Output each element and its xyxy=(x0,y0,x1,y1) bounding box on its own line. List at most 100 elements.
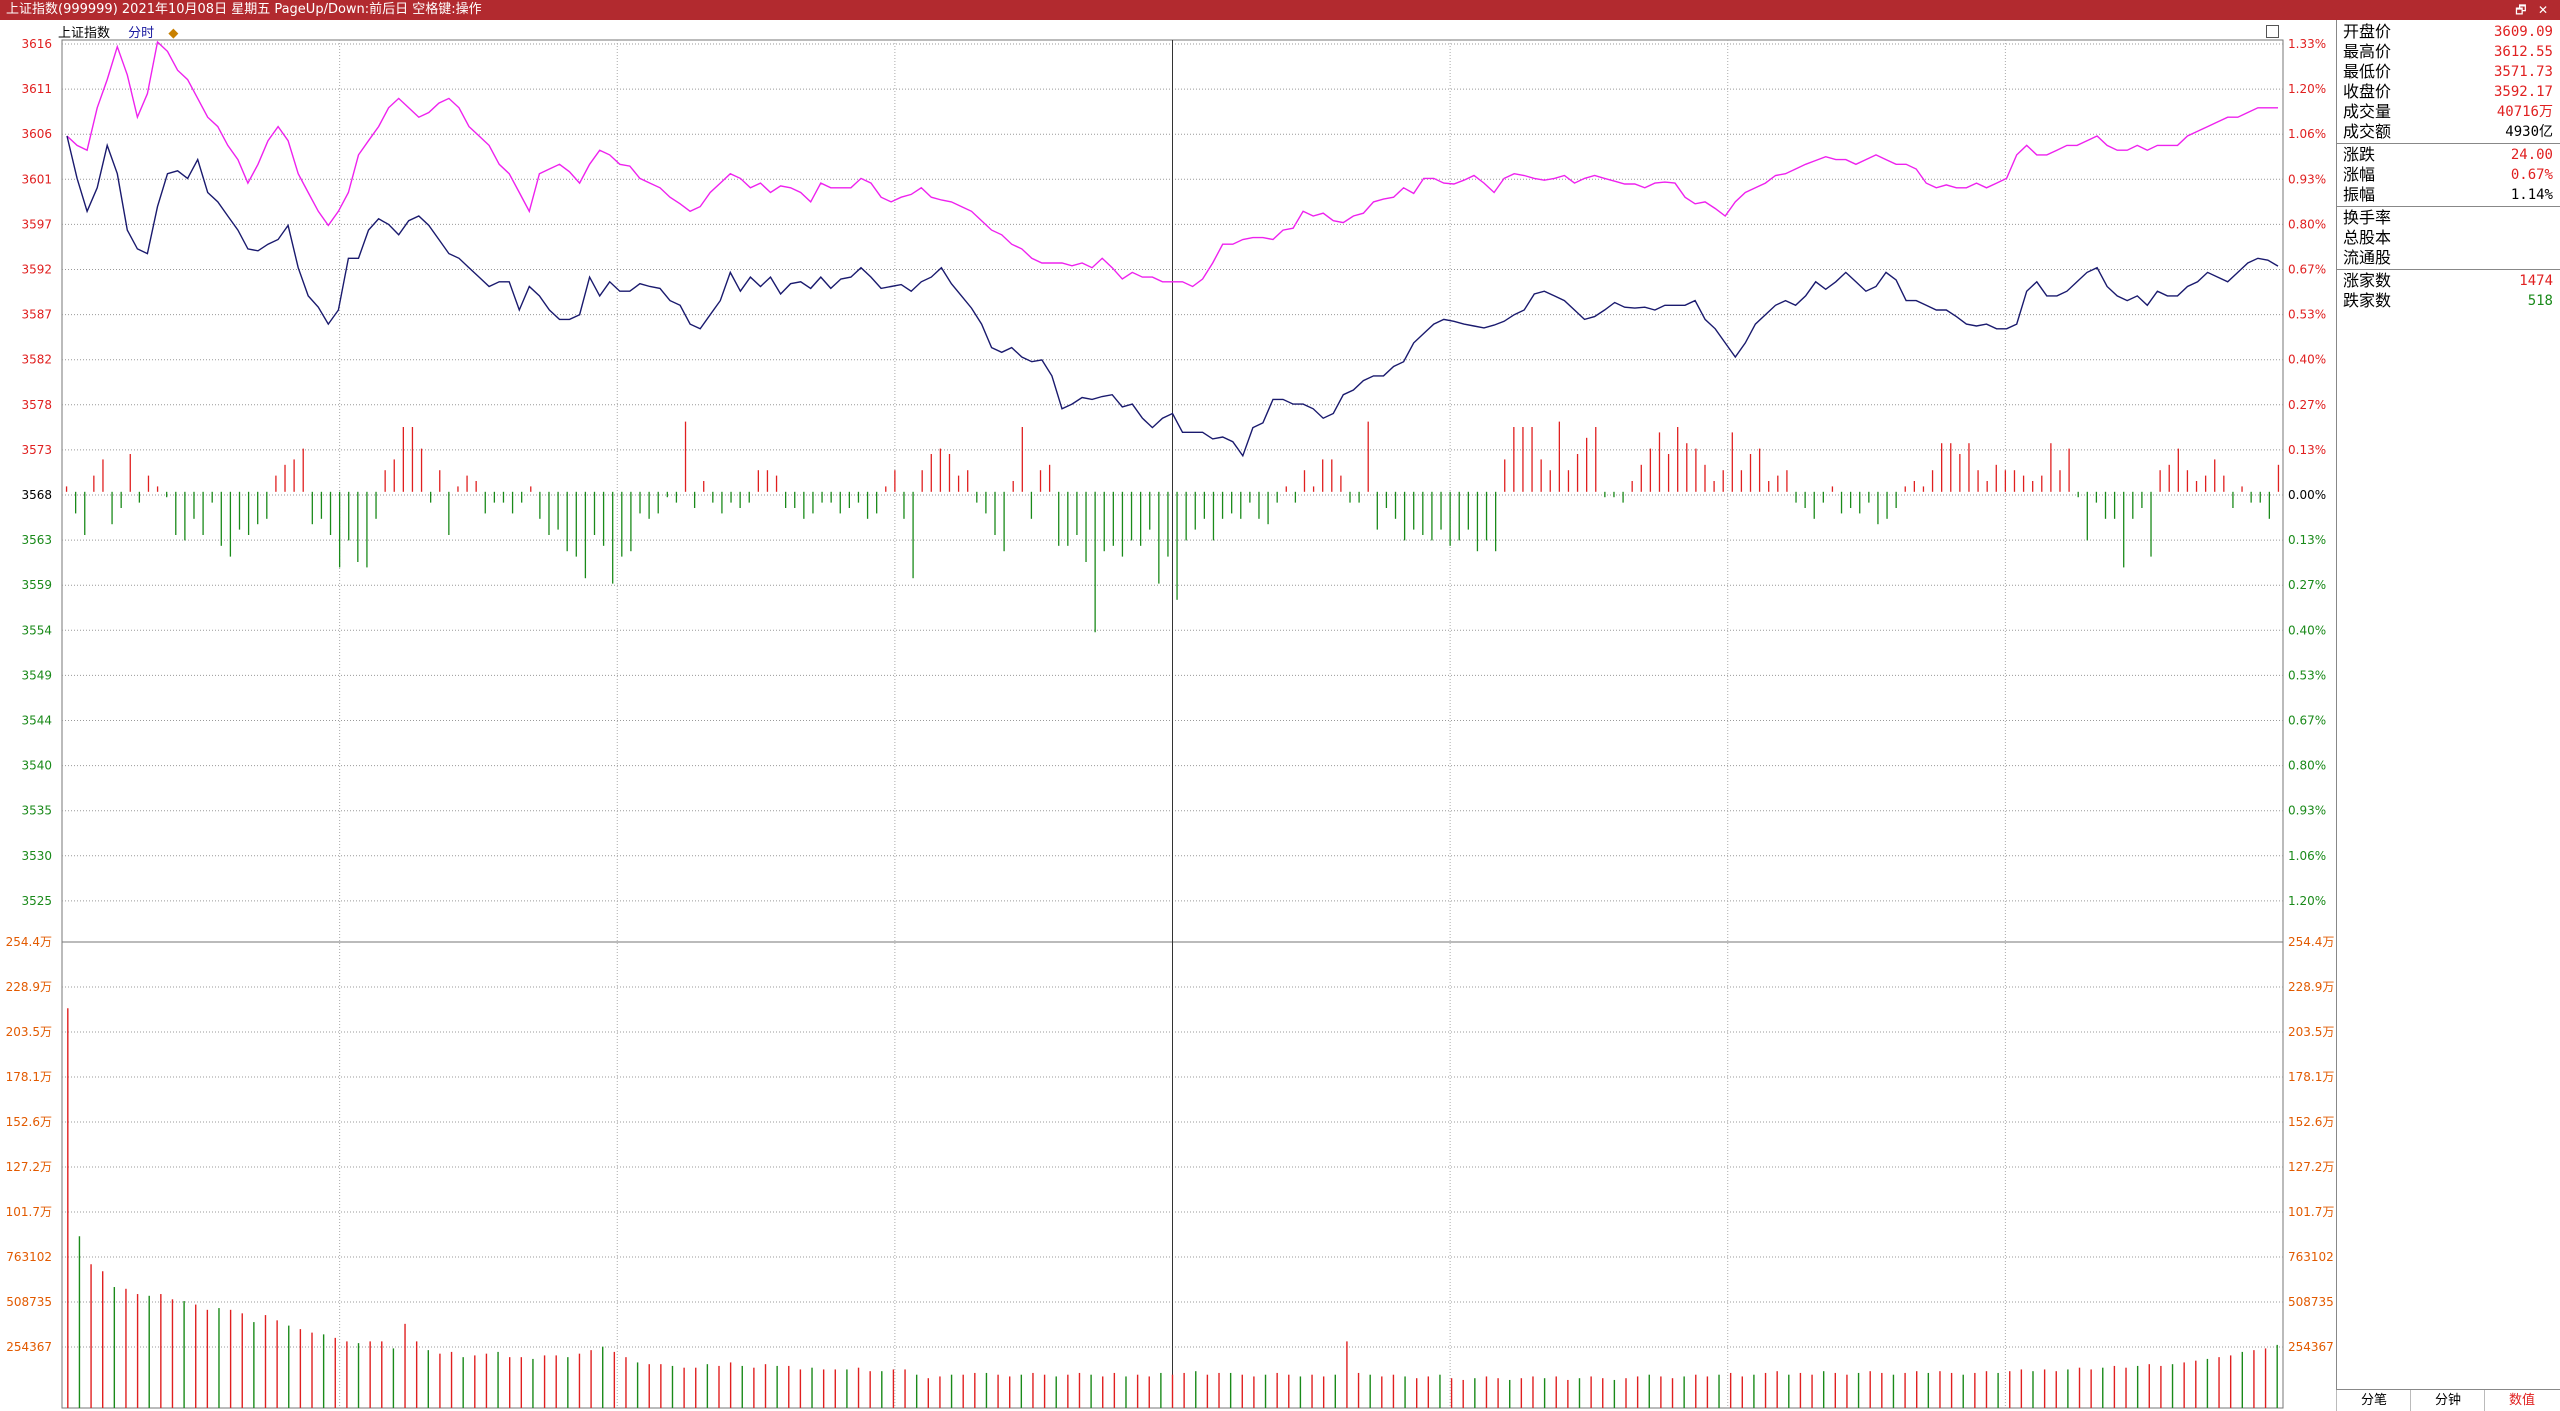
pct-tick-label: 0.27% xyxy=(2288,398,2326,412)
panel-row: 跌家数 518 xyxy=(2343,291,2553,311)
panel-row: 换手率 xyxy=(2343,208,2553,228)
panel-label: 流通股 xyxy=(2343,248,2392,267)
volume-tick-label: 152.6万 xyxy=(6,1115,52,1129)
panel-row: 涨幅 0.67% xyxy=(2343,165,2553,185)
pct-tick-label: 0.53% xyxy=(2288,668,2326,682)
panel-row: 开盘价 3609.09 xyxy=(2343,22,2553,42)
volume-tick-label: 178.1万 xyxy=(6,1070,52,1084)
volume-tick-label-right: 254.4万 xyxy=(2288,935,2334,949)
price-tick-label: 3606 xyxy=(21,127,52,141)
pct-tick-label: 1.06% xyxy=(2288,849,2326,863)
price-tick-label: 3611 xyxy=(21,82,52,96)
pct-tick-label: 0.13% xyxy=(2288,533,2326,547)
price-tick-label: 3554 xyxy=(21,623,52,637)
panel-value: 4930亿 xyxy=(2505,124,2553,140)
volume-tick-label: 763102 xyxy=(6,1250,52,1264)
panel-row: 总股本 xyxy=(2343,228,2553,248)
volume-tick-label-right: 254367 xyxy=(2288,1340,2334,1354)
maximize-icon[interactable] xyxy=(2266,25,2279,38)
panel-value: 3609.09 xyxy=(2493,24,2553,40)
pct-tick-label: 0.27% xyxy=(2288,578,2326,592)
volume-tick-label-right: 178.1万 xyxy=(2288,1070,2334,1084)
panel-divider xyxy=(2337,269,2560,270)
pct-tick-label: 0.93% xyxy=(2288,172,2326,186)
panel-value: 40716万 xyxy=(2496,104,2553,120)
price-tick-label: 3592 xyxy=(21,263,52,277)
price-tick-label: 3582 xyxy=(21,353,52,367)
pct-tick-label: 0.67% xyxy=(2288,714,2326,728)
volume-tick-label: 101.7万 xyxy=(6,1205,52,1219)
pct-tick-label: 0.40% xyxy=(2288,623,2326,637)
pct-tick-label: 0.13% xyxy=(2288,443,2326,457)
price-tick-label: 3578 xyxy=(21,398,52,412)
panel-label: 最高价 xyxy=(2343,42,2392,61)
panel-value: 3571.73 xyxy=(2493,64,2553,80)
price-tick-label: 3616 xyxy=(21,37,52,51)
pct-tick-label: 0.40% xyxy=(2288,353,2326,367)
panel-label: 换手率 xyxy=(2343,208,2392,227)
panel-row: 涨家数 1474 xyxy=(2343,271,2553,291)
panel-row: 涨跌 24.00 xyxy=(2343,145,2553,165)
price-tick-label: 3568 xyxy=(21,488,52,502)
pct-tick-label: 0.53% xyxy=(2288,308,2326,322)
panel-row: 收盘价 3592.17 xyxy=(2343,82,2553,102)
panel-row: 最高价 3612.55 xyxy=(2343,42,2553,62)
mode-tab-timeshare[interactable]: 分时 xyxy=(128,26,154,41)
panel-row: 成交量 40716万 xyxy=(2343,102,2553,122)
panel-tab[interactable]: 数值 xyxy=(2484,1390,2559,1411)
pct-tick-label: 1.20% xyxy=(2288,894,2326,908)
volume-tick-label: 254367 xyxy=(6,1340,52,1354)
panel-divider xyxy=(2337,143,2560,144)
panel-row: 最低价 3571.73 xyxy=(2343,62,2553,82)
pct-tick-label: 1.33% xyxy=(2288,37,2326,51)
volume-tick-label-right: 152.6万 xyxy=(2288,1115,2334,1129)
panel-label: 涨幅 xyxy=(2343,165,2376,184)
volume-tick-label-right: 101.7万 xyxy=(2288,1205,2334,1219)
price-tick-label: 3601 xyxy=(21,172,52,186)
panel-label: 跌家数 xyxy=(2343,291,2392,310)
pct-tick-label: 0.93% xyxy=(2288,804,2326,818)
price-tick-label: 3530 xyxy=(21,849,52,863)
panel-label: 涨家数 xyxy=(2343,271,2392,290)
pct-tick-label: 0.80% xyxy=(2288,217,2326,231)
panel-row: 流通股 xyxy=(2343,248,2553,268)
pct-tick-label: 0.80% xyxy=(2288,759,2326,773)
volume-tick-label: 254.4万 xyxy=(6,935,52,949)
panel-value: 0.67% xyxy=(2510,167,2553,183)
price-tick-label: 3549 xyxy=(21,668,52,682)
intraday-chart[interactable]: 3616 1.33% 3611 1.20% 3606 1.06% 3601 0.93% 3597… xyxy=(0,20,2336,1410)
panel-row: 振幅 1.14% xyxy=(2343,185,2553,205)
panel-value: 1474 xyxy=(2519,273,2553,289)
pct-tick-label: 0.67% xyxy=(2288,263,2326,277)
panel-label: 成交量 xyxy=(2343,102,2392,121)
panel-value: 1.14% xyxy=(2510,187,2553,203)
panel-label: 开盘价 xyxy=(2343,22,2392,41)
pct-tick-label: 1.06% xyxy=(2288,127,2326,141)
panel-label: 涨跌 xyxy=(2343,145,2376,164)
panel-tabs: 分笔 分钟 数值 xyxy=(2336,1389,2560,1411)
volume-tick-label: 508735 xyxy=(6,1295,52,1309)
price-tick-label: 3597 xyxy=(21,217,52,231)
quote-panel: 开盘价 3609.09 最高价 3612.55 最低价 3571.73 收盘价 3592.17… xyxy=(2336,20,2560,1410)
volume-tick-label: 228.9万 xyxy=(6,980,52,994)
price-tick-label: 3573 xyxy=(21,443,52,457)
diamond-icon[interactable]: ◆ xyxy=(168,26,178,41)
close-icon[interactable]: ✕ xyxy=(2534,0,2552,20)
restore-icon[interactable]: 🗗 xyxy=(2512,0,2530,20)
panel-value: 518 xyxy=(2527,293,2553,309)
panel-value: 24.00 xyxy=(2510,147,2553,163)
volume-tick-label: 203.5万 xyxy=(6,1025,52,1039)
window-title: 上证指数(999999) 2021年10月08日 星期五 PageUp/Down… xyxy=(6,2,482,17)
price-tick-label: 3525 xyxy=(21,894,52,908)
price-tick-label: 3559 xyxy=(21,578,52,592)
price-tick-label: 3540 xyxy=(21,759,52,773)
panel-label: 振幅 xyxy=(2343,185,2376,204)
panel-label: 收盘价 xyxy=(2343,82,2392,101)
panel-tab[interactable]: 分钟 xyxy=(2410,1390,2485,1411)
panel-tab[interactable]: 分笔 xyxy=(2336,1390,2411,1411)
panel-divider xyxy=(2337,206,2560,207)
pct-tick-label: 0.00% xyxy=(2288,488,2326,502)
volume-tick-label-right: 228.9万 xyxy=(2288,980,2334,994)
price-tick-label: 3535 xyxy=(21,804,52,818)
pct-tick-label: 1.20% xyxy=(2288,82,2326,96)
